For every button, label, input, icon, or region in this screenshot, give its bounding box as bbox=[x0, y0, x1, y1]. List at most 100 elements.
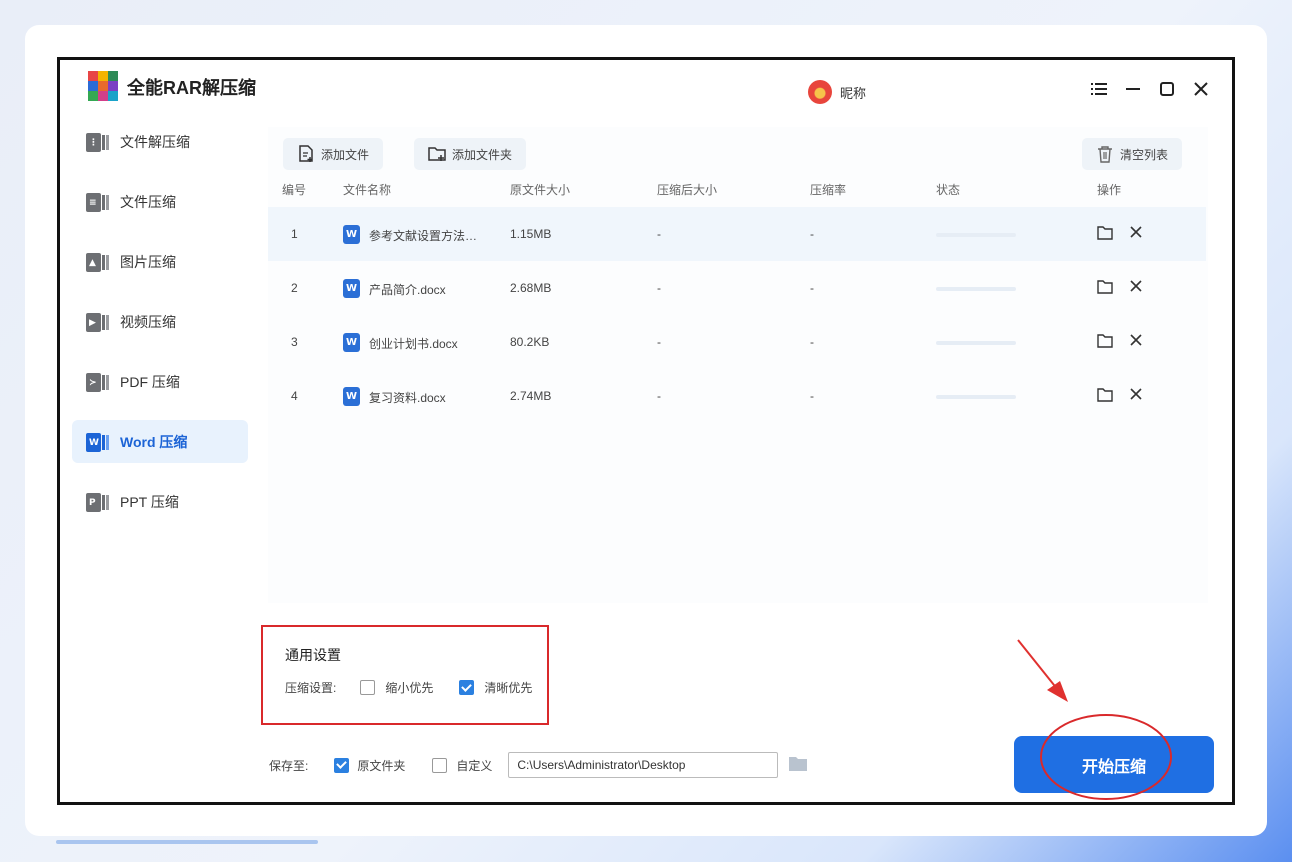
sidebar-item-file-decompress[interactable]: ⋮ 文件解压缩 bbox=[72, 120, 248, 163]
general-settings-panel: 通用设置 压缩设置: 缩小优先 清晰优先 bbox=[261, 625, 549, 725]
sidebar-item-label: 图片压缩 bbox=[120, 253, 176, 270]
sidebar-item-label: PPT 压缩 bbox=[120, 493, 179, 510]
col-header-name: 文件名称 bbox=[343, 183, 392, 197]
sidebar-item-label: PDF 压缩 bbox=[120, 373, 180, 390]
start-compress-button[interactable]: 开始压缩 bbox=[1014, 736, 1214, 793]
file-list-panel: 添加文件 添加文件夹 清空列表 编号 文件名称 原文件大小 压缩后大小 压缩率 … bbox=[268, 127, 1208, 603]
table-row[interactable]: 3 W 创业计划书.docx 80.2KB - - bbox=[268, 315, 1206, 369]
scroll-indicator bbox=[56, 840, 318, 844]
file-name: 创业计划书.docx bbox=[369, 337, 458, 351]
compress-settings-row: 压缩设置: 缩小优先 清晰优先 bbox=[285, 679, 532, 696]
menu-icon[interactable] bbox=[1090, 80, 1107, 97]
compressed-size: - bbox=[657, 335, 661, 349]
word-file-icon: W bbox=[343, 333, 360, 352]
sidebar-item-ppt-compress[interactable]: P PPT 压缩 bbox=[72, 480, 248, 523]
app-title: 全能RAR解压缩 bbox=[127, 78, 256, 98]
close-icon[interactable] bbox=[1192, 80, 1209, 97]
add-folder-button[interactable]: 添加文件夹 bbox=[414, 138, 527, 170]
clear-list-button[interactable]: 清空列表 bbox=[1082, 138, 1183, 170]
status-progress-bar bbox=[936, 395, 1016, 399]
clarity-priority-checkbox[interactable] bbox=[459, 680, 475, 695]
remove-row-icon[interactable] bbox=[1128, 224, 1148, 244]
sidebar-item-image-compress[interactable]: ▲ 图片压缩 bbox=[72, 240, 248, 283]
file-name: 参考文献设置方法… bbox=[369, 229, 478, 243]
original-size: 80.2KB bbox=[510, 335, 550, 349]
compress-icon: ≡ bbox=[86, 190, 110, 214]
original-size: 1.15MB bbox=[510, 227, 552, 241]
zip-icon: ⋮ bbox=[86, 130, 110, 154]
status-progress-bar bbox=[936, 287, 1016, 291]
maximize-icon[interactable] bbox=[1158, 80, 1175, 97]
sidebar-item-label: Word 压缩 bbox=[120, 433, 188, 450]
col-header-after-size: 压缩后大小 bbox=[657, 183, 718, 197]
image-icon: ▲ bbox=[86, 250, 110, 274]
username: 昵称 bbox=[840, 85, 867, 101]
window-controls bbox=[1090, 80, 1209, 97]
sidebar-item-label: 视频压缩 bbox=[120, 313, 176, 330]
save-path-input[interactable] bbox=[508, 752, 779, 778]
table-row[interactable]: 1 W 参考文献设置方法… 1.15MB - - bbox=[268, 207, 1206, 261]
row-number: 2 bbox=[291, 281, 298, 295]
original-size: 2.68MB bbox=[510, 281, 552, 295]
add-file-icon bbox=[299, 145, 313, 162]
add-file-button[interactable]: 添加文件 bbox=[283, 138, 384, 170]
open-file-icon[interactable] bbox=[1096, 386, 1116, 406]
browse-folder-icon[interactable] bbox=[788, 755, 808, 776]
save-location-row: 保存至: 原文件夹 自定义 bbox=[269, 752, 808, 778]
row-number: 4 bbox=[291, 389, 298, 403]
sidebar-item-file-compress[interactable]: ≡ 文件压缩 bbox=[72, 180, 248, 223]
user-profile[interactable]: 昵称 bbox=[808, 80, 866, 104]
table-row[interactable]: 2 W 产品简介.docx 2.68MB - - bbox=[268, 261, 1206, 315]
trash-icon bbox=[1098, 146, 1112, 163]
settings-title: 通用设置 bbox=[285, 647, 341, 663]
save-to-label: 保存至: bbox=[269, 758, 309, 773]
custom-path-checkbox[interactable] bbox=[432, 757, 448, 773]
original-size: 2.74MB bbox=[510, 389, 552, 403]
minimize-icon[interactable] bbox=[1124, 80, 1141, 97]
sidebar-item-word-compress[interactable]: W Word 压缩 bbox=[72, 420, 248, 463]
compressed-size: - bbox=[657, 281, 661, 295]
clarity-priority-label: 清晰优先 bbox=[484, 681, 533, 695]
pdf-icon: ≻ bbox=[86, 370, 110, 394]
word-file-icon: W bbox=[343, 387, 360, 406]
app-logo-icon bbox=[88, 71, 118, 101]
remove-row-icon[interactable] bbox=[1128, 332, 1148, 352]
video-icon: ▶ bbox=[86, 310, 110, 334]
original-folder-label: 原文件夹 bbox=[357, 758, 406, 773]
word-icon: W bbox=[86, 430, 110, 454]
file-name: 复习资料.docx bbox=[369, 391, 446, 405]
word-file-icon: W bbox=[343, 279, 360, 298]
col-header-size: 原文件大小 bbox=[510, 183, 571, 197]
sidebar-item-pdf-compress[interactable]: ≻ PDF 压缩 bbox=[72, 360, 248, 403]
row-number: 1 bbox=[291, 227, 298, 241]
app-window: 全能RAR解压缩 昵称 ⋮ 文件解压缩 ≡ 文件压缩 ▲ 图片压缩 ▶ 视频压缩… bbox=[57, 57, 1235, 805]
open-file-icon[interactable] bbox=[1096, 278, 1116, 298]
compressed-size: - bbox=[657, 389, 661, 403]
size-priority-checkbox[interactable] bbox=[360, 680, 376, 695]
remove-row-icon[interactable] bbox=[1128, 278, 1148, 298]
status-progress-bar bbox=[936, 341, 1016, 345]
compression-ratio: - bbox=[810, 227, 814, 241]
remove-row-icon[interactable] bbox=[1128, 386, 1148, 406]
col-header-no: 编号 bbox=[282, 183, 307, 197]
compression-ratio: - bbox=[810, 335, 814, 349]
clear-list-label: 清空列表 bbox=[1120, 147, 1169, 162]
table-row[interactable]: 4 W 复习资料.docx 2.74MB - - bbox=[268, 369, 1206, 423]
custom-path-label: 自定义 bbox=[456, 758, 493, 773]
word-file-icon: W bbox=[343, 225, 360, 244]
add-file-label: 添加文件 bbox=[321, 147, 370, 162]
status-progress-bar bbox=[936, 233, 1016, 237]
ppt-icon: P bbox=[86, 490, 110, 514]
open-file-icon[interactable] bbox=[1096, 224, 1116, 244]
col-header-ratio: 压缩率 bbox=[810, 183, 847, 197]
compressed-size: - bbox=[657, 227, 661, 241]
row-number: 3 bbox=[291, 335, 298, 349]
original-folder-checkbox[interactable] bbox=[334, 757, 350, 773]
table-header: 编号 文件名称 原文件大小 压缩后大小 压缩率 状态 操作 bbox=[268, 181, 1208, 205]
open-file-icon[interactable] bbox=[1096, 332, 1116, 352]
sidebar: ⋮ 文件解压缩 ≡ 文件压缩 ▲ 图片压缩 ▶ 视频压缩 ≻ PDF 压缩 W … bbox=[72, 120, 248, 540]
sidebar-item-video-compress[interactable]: ▶ 视频压缩 bbox=[72, 300, 248, 343]
col-header-status: 状态 bbox=[936, 183, 961, 197]
sidebar-item-label: 文件解压缩 bbox=[120, 133, 190, 150]
sidebar-item-label: 文件压缩 bbox=[120, 193, 176, 210]
